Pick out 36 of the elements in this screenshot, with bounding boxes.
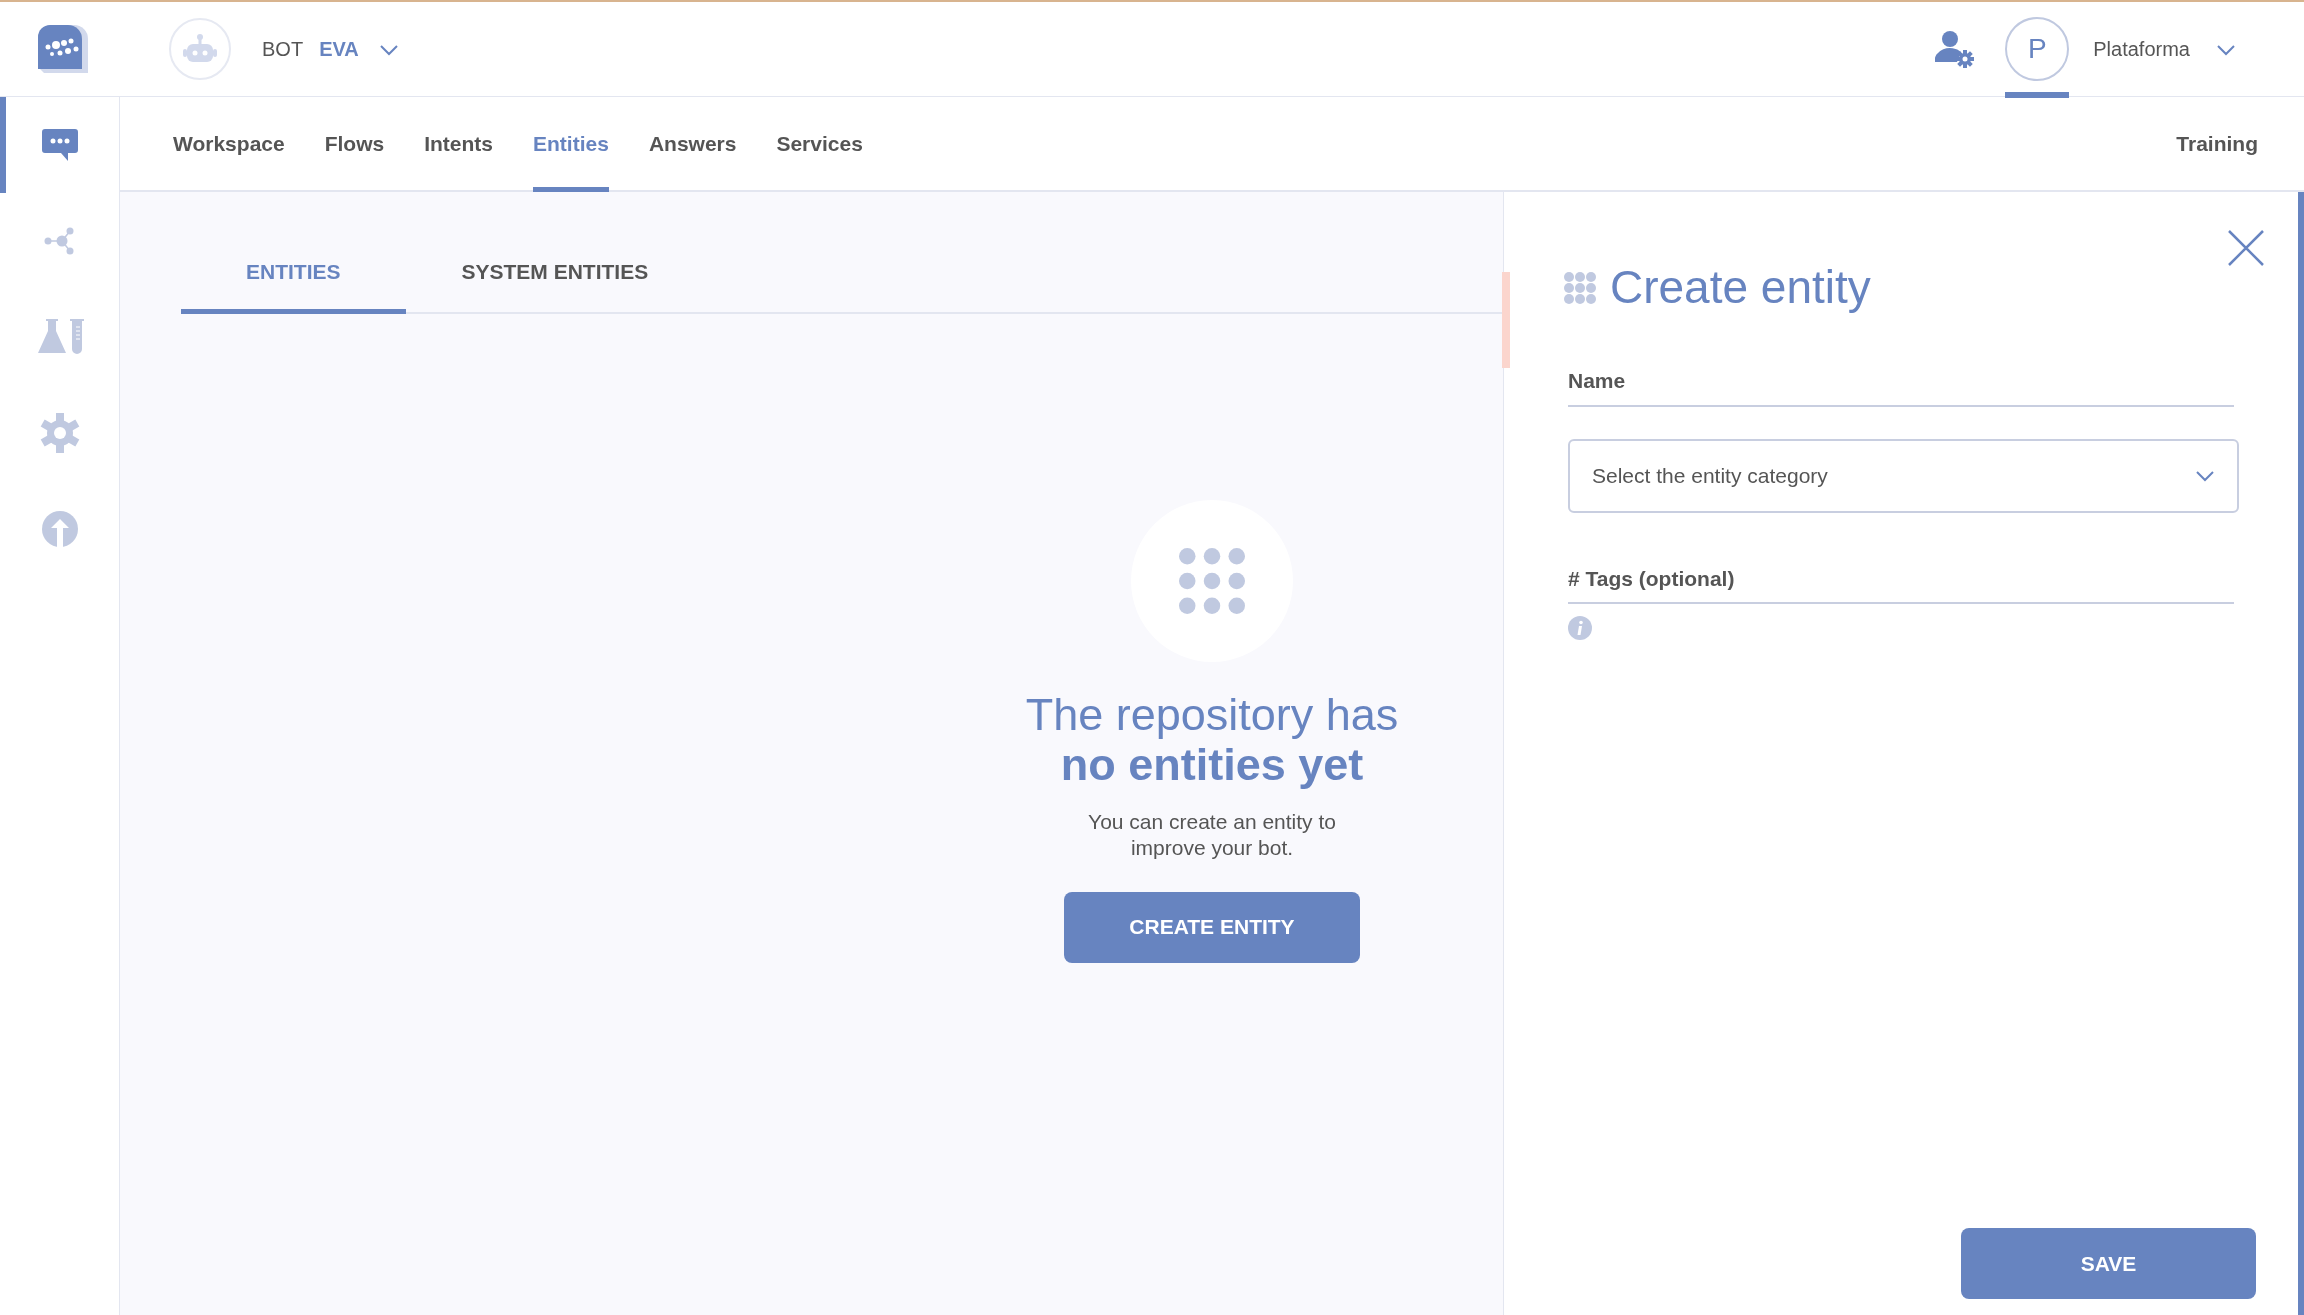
settings-icon: [39, 413, 80, 453]
sub-tab[interactable]: SYSTEM ENTITIES: [405, 232, 705, 312]
info-icon[interactable]: [1568, 616, 1592, 641]
user-avatar[interactable]: P: [2005, 17, 2070, 81]
user-name: Plataforma: [2093, 37, 2190, 62]
lab-flask-icon: [35, 319, 84, 355]
bot-label: BOT: [262, 37, 304, 62]
training-link[interactable]: Training: [2176, 96, 2258, 191]
empty-message: You can create an entity to improve your bot.: [1087, 809, 1337, 862]
nav-tab[interactable]: Entities: [533, 96, 609, 191]
logo-icon: [38, 25, 88, 73]
bot-avatar: [169, 18, 231, 80]
nav-tab[interactable]: Services: [776, 96, 863, 191]
sub-tab[interactable]: ENTITIES: [181, 232, 406, 312]
nav-tab[interactable]: Answers: [648, 96, 737, 191]
chevron-down-icon: [2216, 43, 2236, 56]
save-button[interactable]: SAVE: [1961, 1228, 2256, 1299]
create-entity-button[interactable]: CREATE ENTITY: [1064, 891, 1360, 963]
name-field[interactable]: Name: [1568, 365, 2234, 407]
entities-grid-icon: [1564, 271, 1596, 304]
close-button[interactable]: [2226, 228, 2266, 268]
nav-tab[interactable]: Intents: [424, 96, 494, 191]
upload-icon: [41, 511, 78, 547]
nav-tab[interactable]: Flows: [324, 96, 385, 191]
entities-grid-icon: [1179, 548, 1245, 614]
panel-title: Create entity: [1610, 260, 1871, 315]
chat-icon: [41, 129, 78, 161]
nodes-icon: [43, 225, 76, 257]
chevron-down-icon: [378, 43, 399, 56]
chevron-down-icon: [2195, 469, 2215, 482]
tags-field[interactable]: # Tags (optional): [1568, 562, 2234, 605]
empty-title: The repository has no entities yet: [1025, 690, 1399, 789]
bot-name: EVA: [319, 37, 359, 62]
user-gear-icon[interactable]: [1935, 30, 1976, 68]
category-select[interactable]: Select the entity category: [1568, 438, 2239, 513]
nav-tab[interactable]: Workspace: [173, 96, 285, 191]
